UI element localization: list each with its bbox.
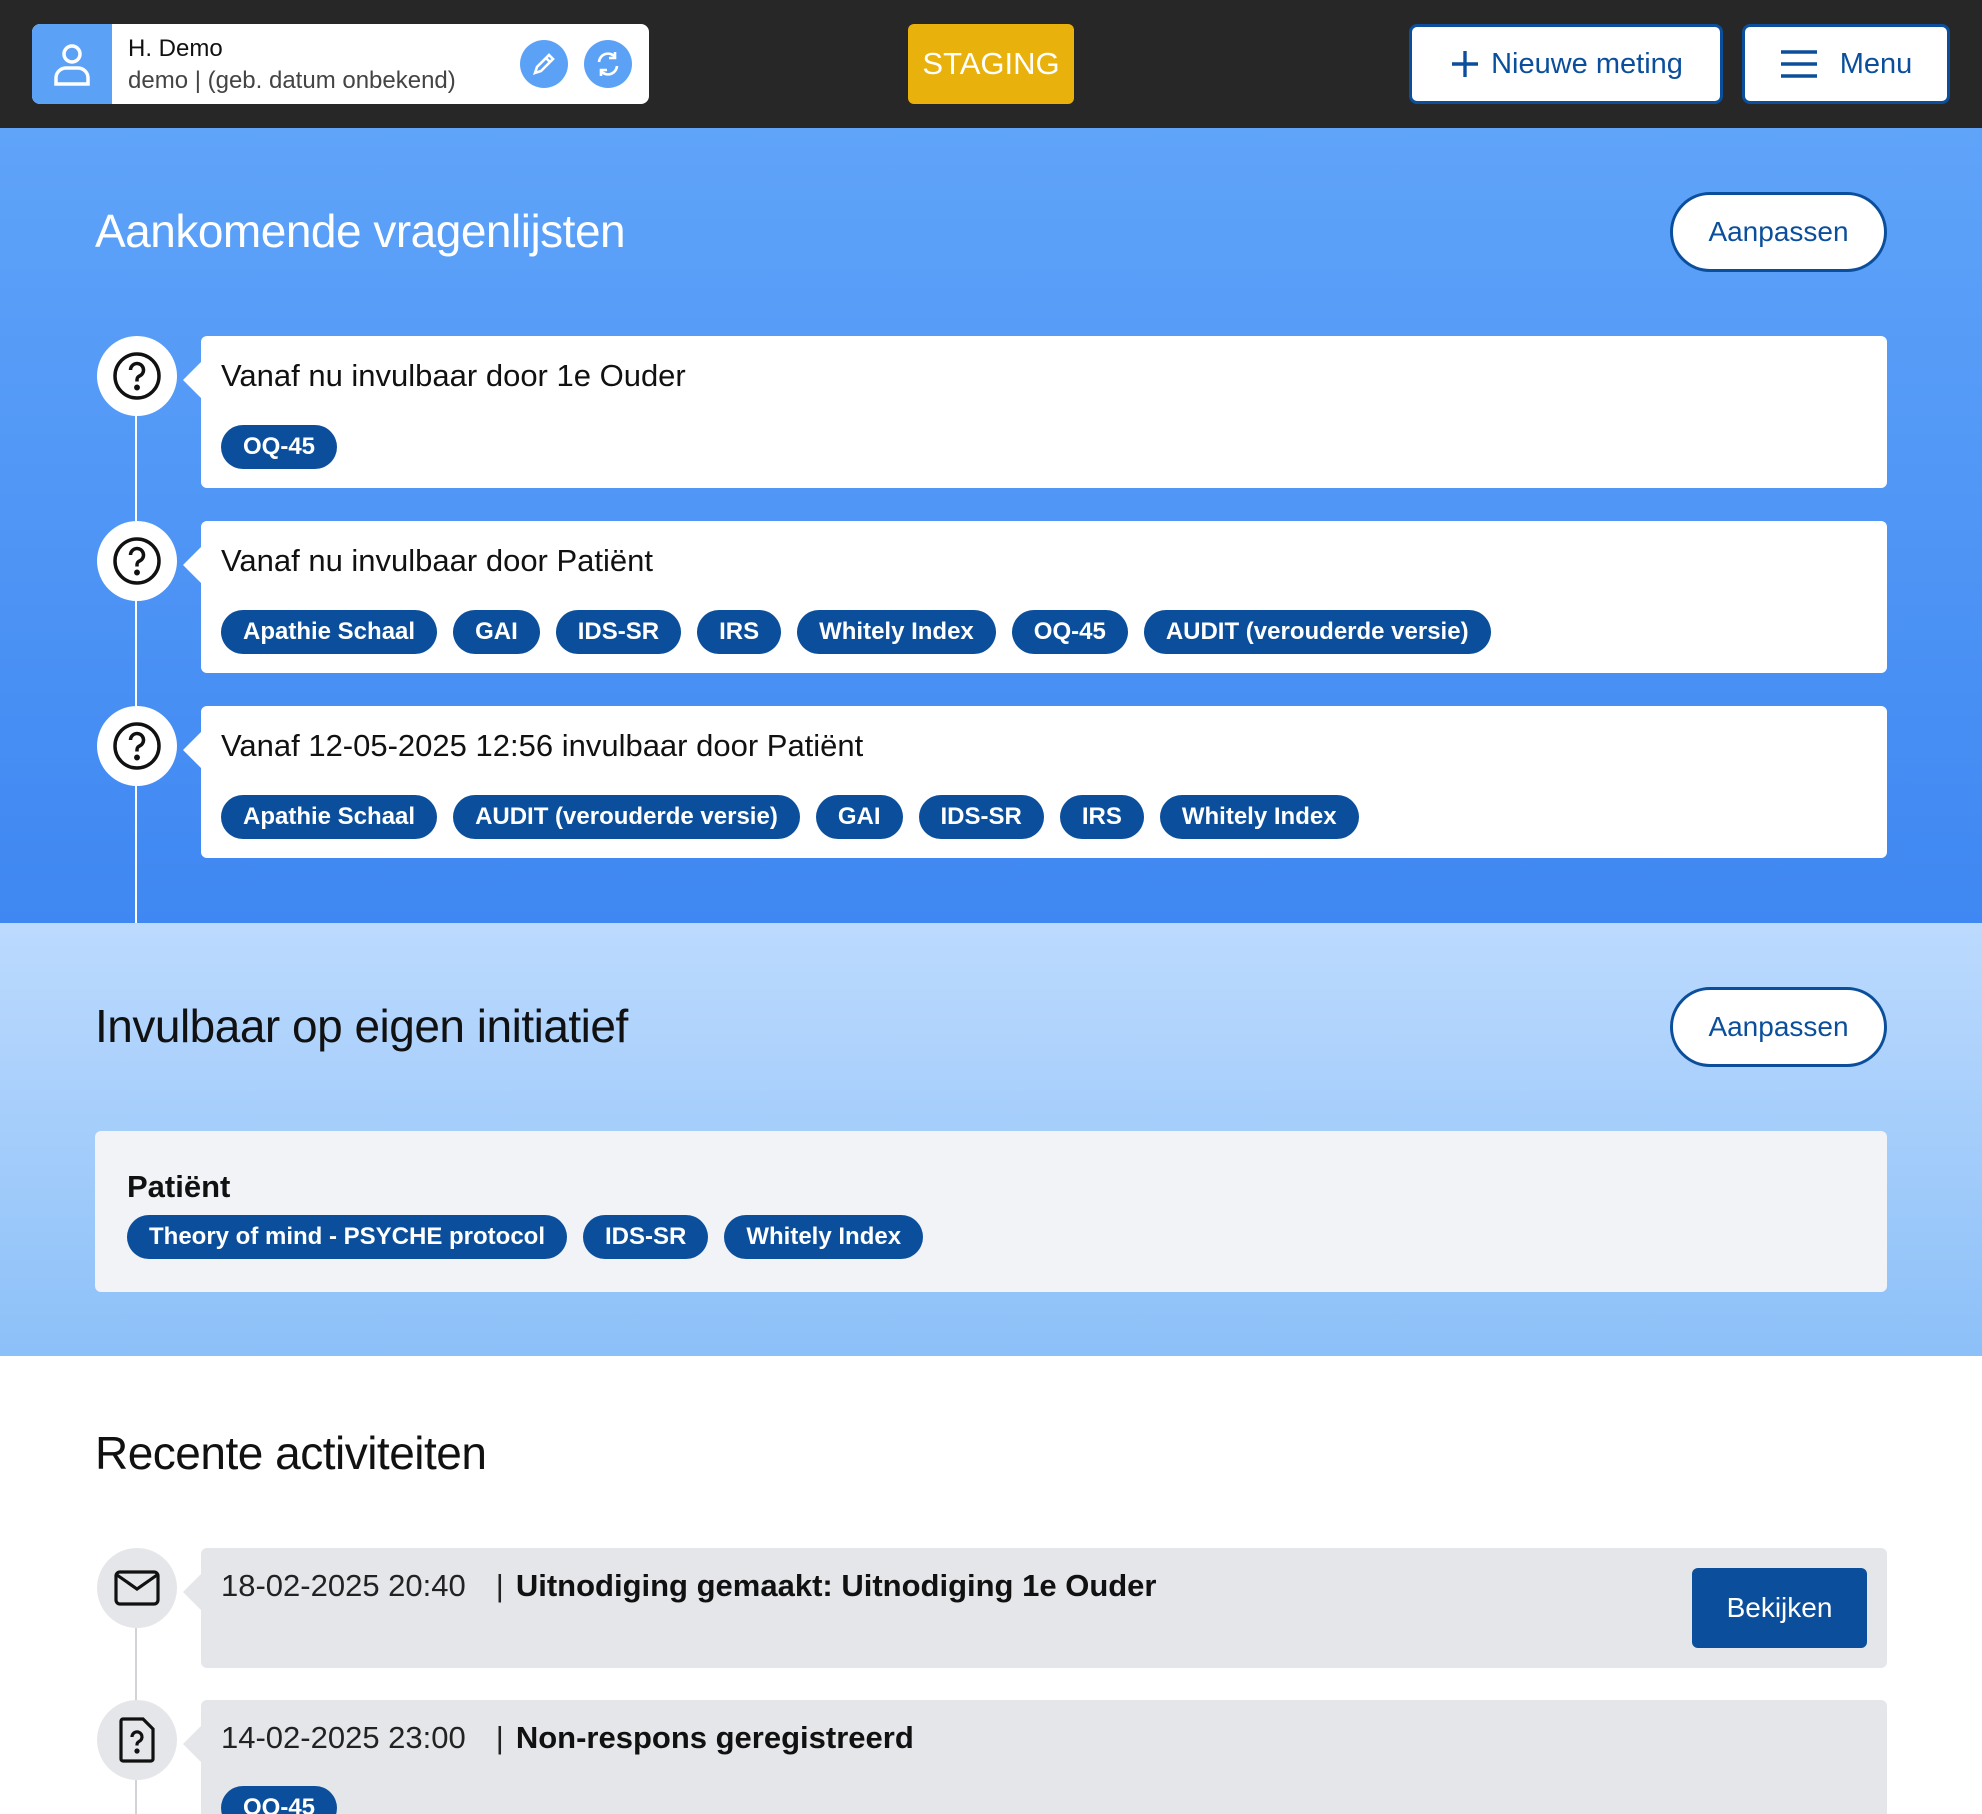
questionnaire-tag: GAI	[453, 610, 540, 654]
tag-list: OQ-45	[221, 425, 338, 469]
questionnaire-tag: OQ-45	[221, 1786, 338, 1814]
activity-card: 14-02-2025 23:00 | Non-respons geregistr…	[183, 1700, 1887, 1814]
questionnaire-tag: OQ-45	[221, 425, 338, 469]
separator: |	[495, 1568, 504, 1603]
tag-list: Theory of mind - PSYCHE protocol IDS-SR …	[127, 1215, 924, 1259]
timeline-line	[135, 378, 137, 986]
patient-card[interactable]: H. Demo demo | (geb. datum onbekend)	[32, 24, 649, 104]
questionnaire-tag: AUDIT (verouderde versie)	[453, 795, 800, 839]
questionnaire-tag: IDS-SR	[918, 795, 1044, 839]
menu-label: Menu	[1839, 47, 1913, 80]
tag-list: OQ-45	[221, 1786, 338, 1814]
tag-list: Apathie Schaal AUDIT (verouderde versie)…	[221, 795, 1359, 839]
upcoming-edit-button[interactable]: Aanpassen	[1670, 192, 1887, 272]
own-initiative-section: Invulbaar op eigen initiatief Aanpassen …	[0, 923, 1982, 1356]
activity-date: 14-02-2025 23:00	[221, 1720, 466, 1755]
questionnaire-tag: Whitely Index	[797, 610, 996, 654]
questionnaire-tag: GAI	[815, 795, 903, 839]
refresh-icon	[597, 52, 619, 76]
recent-activity-section: Recente activiteiten 18-02-2025 20:40 | …	[0, 1356, 1982, 1814]
own-initiative-edit-button[interactable]: Aanpassen	[1670, 987, 1887, 1067]
activity-card: 18-02-2025 20:40 | Uitnodiging gemaakt: …	[183, 1548, 1887, 1668]
mail-icon	[97, 1548, 177, 1628]
patient-name: H. Demo	[128, 35, 223, 62]
activity-text: Non-respons geregistreerd	[515, 1720, 914, 1755]
questionnaire-tag: IDS-SR	[555, 610, 682, 654]
upcoming-card: Vanaf nu invulbaar door 1e Ouder OQ-45	[183, 336, 1887, 488]
plus-icon	[1452, 51, 1479, 77]
upcoming-card: Vanaf 12-05-2025 12:56 invulbaar door Pa…	[183, 706, 1887, 858]
questionnaire-tag: IRS	[697, 610, 782, 654]
file-question-icon	[97, 1700, 177, 1780]
own-initiative-card: Patiënt Theory of mind - PSYCHE protocol…	[95, 1131, 1887, 1292]
question-icon	[97, 336, 177, 416]
hamburger-icon	[1780, 50, 1817, 78]
questionnaire-tag: Theory of mind - PSYCHE protocol	[127, 1215, 568, 1259]
questionnaire-tag: Apathie Schaal	[221, 795, 438, 839]
upcoming-section: Aankomende vragenlijsten Aanpassen Vanaf…	[0, 128, 1982, 986]
questionnaire-tag: AUDIT (verouderde versie)	[1143, 610, 1491, 654]
user-icon	[32, 24, 112, 104]
questionnaire-tag: Apathie Schaal	[221, 610, 438, 654]
own-initiative-title: Invulbaar op eigen initiatief	[95, 1000, 628, 1052]
upcoming-card-title: Vanaf nu invulbaar door 1e Ouder	[221, 358, 686, 393]
question-icon	[97, 706, 177, 786]
question-icon	[97, 521, 177, 601]
edit-patient-button[interactable]	[520, 40, 568, 88]
upcoming-card-title: Vanaf 12-05-2025 12:56 invulbaar door Pa…	[221, 728, 864, 763]
staging-badge: STAGING	[908, 24, 1074, 104]
view-button[interactable]: Bekijken	[1692, 1568, 1867, 1648]
top-bar: H. Demo demo | (geb. datum onbekend) STA…	[0, 0, 1982, 128]
menu-button[interactable]: Menu	[1742, 24, 1950, 104]
separator: |	[495, 1720, 504, 1755]
own-initiative-group-title: Patiënt	[127, 1169, 231, 1204]
upcoming-card-title: Vanaf nu invulbaar door Patiënt	[221, 543, 654, 578]
new-measurement-label: Nieuwe meting	[1491, 47, 1683, 80]
questionnaire-tag: Whitely Index	[724, 1215, 924, 1259]
upcoming-card: Vanaf nu invulbaar door Patiënt Apathie …	[183, 521, 1887, 673]
upcoming-title: Aankomende vragenlijsten	[95, 205, 626, 257]
activity-text: Uitnodiging gemaakt: Uitnodiging 1e Oude…	[515, 1568, 1157, 1603]
activity-date: 18-02-2025 20:40	[221, 1568, 466, 1603]
new-measurement-button[interactable]: Nieuwe meting	[1409, 24, 1723, 104]
recent-activity-title: Recente activiteiten	[95, 1427, 487, 1479]
questionnaire-tag: IDS-SR	[583, 1215, 709, 1259]
tag-list: Apathie Schaal GAI IDS-SR IRS Whitely In…	[221, 610, 1491, 654]
questionnaire-tag: OQ-45	[1011, 610, 1128, 654]
pencil-icon	[532, 53, 555, 76]
patient-details: demo | (geb. datum onbekend)	[128, 67, 456, 94]
refresh-button[interactable]	[584, 40, 632, 88]
questionnaire-tag: IRS	[1059, 795, 1144, 839]
questionnaire-tag: Whitely Index	[1159, 795, 1359, 839]
